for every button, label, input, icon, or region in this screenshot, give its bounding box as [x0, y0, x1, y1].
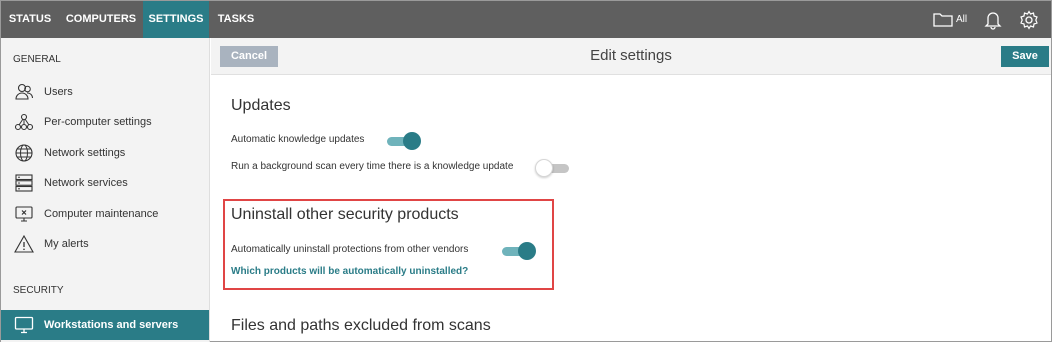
folder-filter-label: All — [956, 14, 968, 25]
settings-content: Updates Automatic knowledge updates Run … — [211, 76, 1051, 342]
uninstalled-products-link[interactable]: Which products will be automatically uni… — [231, 266, 468, 277]
sidebar-item-label: My alerts — [44, 238, 89, 250]
cancel-button[interactable]: Cancel — [220, 46, 278, 67]
sidebar-item-my-alerts[interactable]: My alerts — [1, 229, 209, 259]
users-icon — [13, 81, 35, 103]
section-title-uninstall: Uninstall other security products — [231, 206, 459, 223]
sidebar-item-users[interactable]: Users — [1, 77, 209, 107]
nav-tab-tasks[interactable]: TASKS — [209, 1, 263, 38]
sidebar-item-network-settings[interactable]: Network settings — [1, 138, 209, 168]
warning-icon — [13, 233, 35, 255]
folder-filter[interactable]: All — [931, 1, 971, 38]
monitor-icon — [13, 314, 35, 336]
edit-settings-header: Edit settings Cancel Save — [211, 38, 1051, 75]
sidebar-item-network-services[interactable]: Network services — [1, 168, 209, 198]
toggle-knob — [535, 159, 553, 177]
nav-tab-status[interactable]: STATUS — [1, 1, 59, 38]
sidebar-heading-security: SECURITY — [13, 285, 64, 296]
sidebar-item-computer-maintenance[interactable]: Computer maintenance — [1, 199, 209, 229]
save-button[interactable]: Save — [1001, 46, 1049, 67]
server-icon — [13, 172, 35, 194]
auto-knowledge-updates-label: Automatic knowledge updates — [231, 134, 365, 145]
sidebar-item-label: Network settings — [44, 147, 126, 159]
toggle-knob — [403, 132, 421, 150]
gear-icon[interactable] — [1019, 10, 1039, 35]
section-title-excluded: Files and paths excluded from scans — [231, 317, 491, 334]
top-nav-bar: STATUS COMPUTERS SETTINGS TASKS All — [1, 1, 1051, 38]
sidebar-item-per-computer-settings[interactable]: Per-computer settings — [1, 107, 209, 137]
auto-uninstall-toggle[interactable] — [500, 242, 536, 260]
auto-uninstall-label: Automatically uninstall protections from… — [231, 244, 469, 255]
nav-tab-computers[interactable]: COMPUTERS — [59, 1, 143, 38]
sidebar-item-label: Per-computer settings — [44, 116, 152, 128]
sidebar-item-label: Users — [44, 86, 73, 98]
sidebar-heading-general: GENERAL — [13, 54, 61, 65]
sidebar-item-label: Computer maintenance — [44, 208, 159, 220]
nav-tab-settings[interactable]: SETTINGS — [143, 1, 209, 38]
toggle-knob — [518, 242, 536, 260]
folder-icon — [933, 12, 953, 32]
sidebar-item-workstations-and-servers[interactable]: Workstations and servers — [1, 310, 209, 340]
network-nodes-icon — [13, 111, 35, 133]
sidebar-item-label: Workstations and servers — [44, 319, 179, 331]
background-scan-label: Run a background scan every time there i… — [231, 161, 514, 172]
page-title: Edit settings — [590, 47, 672, 64]
globe-icon — [13, 142, 35, 164]
bell-icon[interactable] — [983, 10, 1003, 35]
monitor-x-icon — [13, 203, 35, 225]
section-title-updates: Updates — [231, 97, 291, 114]
sidebar: GENERAL Users Per-computer settings Netw… — [1, 38, 210, 342]
auto-knowledge-updates-toggle[interactable] — [385, 132, 421, 150]
sidebar-item-label: Network services — [44, 177, 128, 189]
background-scan-toggle[interactable] — [535, 159, 571, 177]
